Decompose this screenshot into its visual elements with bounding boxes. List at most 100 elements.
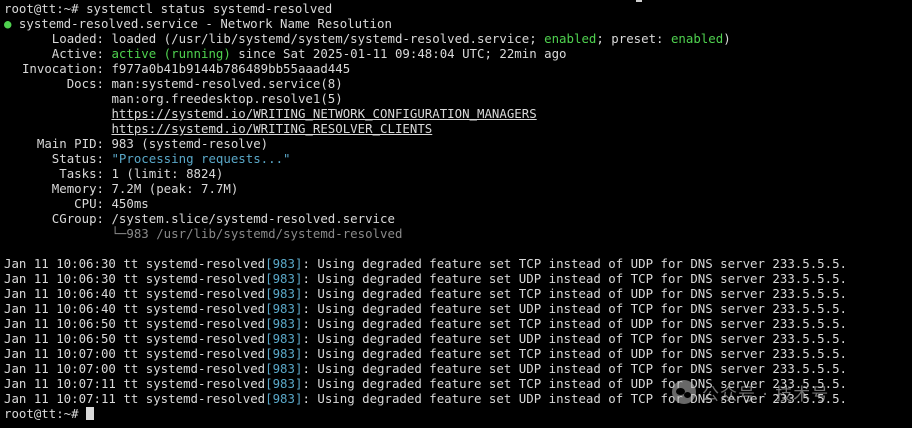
active-state: active (running) bbox=[111, 46, 231, 61]
log-message: : Using degraded feature set UDP instead… bbox=[302, 271, 848, 286]
log-message: : Using degraded feature set TCP instead… bbox=[302, 286, 848, 301]
docs-row: Docs: man:systemd-resolved.service(8) bbox=[4, 76, 912, 91]
mainpid-row: Main PID: 983 (systemd-resolve) bbox=[4, 136, 912, 151]
log-host: tt bbox=[123, 331, 139, 346]
active-row: Active: active (running) since Sat 2025-… bbox=[4, 46, 912, 61]
log-pid: [983] bbox=[265, 361, 303, 376]
log-host: tt bbox=[123, 361, 139, 376]
invocation-id: f977a0b41b9144b786489bb55aaad445 bbox=[111, 61, 351, 76]
cgroup-child: └─983 /usr/lib/systemd/systemd-resolved bbox=[111, 226, 403, 241]
loaded-row: Loaded: loaded (/usr/lib/systemd/system/… bbox=[4, 31, 912, 46]
mainpid-label: Main PID: bbox=[36, 136, 104, 151]
log-line: Jan 11 10:06:40 tt systemd-resolved[983]… bbox=[4, 301, 912, 316]
log-message: : Using degraded feature set TCP instead… bbox=[302, 256, 848, 271]
log-host: tt bbox=[123, 286, 139, 301]
log-time: Jan 11 10:07:00 bbox=[4, 346, 116, 361]
cpu-value: 450ms bbox=[111, 196, 149, 211]
doc-link[interactable]: https://systemd.io/WRITING_NETWORK_CONFI… bbox=[111, 106, 536, 121]
tasks-row: Tasks: 1 (limit: 8824) bbox=[4, 166, 912, 181]
log-process: systemd-resolved bbox=[145, 376, 266, 391]
shell-prompt: root@tt:~# bbox=[4, 1, 87, 16]
log-message: : Using degraded feature set TCP instead… bbox=[302, 346, 848, 361]
docs-row: https://systemd.io/WRITING_RESOLVER_CLIE… bbox=[4, 121, 912, 136]
cpu-label: CPU: bbox=[74, 196, 104, 211]
log-pid: [983] bbox=[265, 301, 303, 316]
log-line: Jan 11 10:06:40 tt systemd-resolved[983]… bbox=[4, 286, 912, 301]
log-time: Jan 11 10:07:11 bbox=[4, 391, 116, 406]
memory-label: Memory: bbox=[51, 181, 104, 196]
log-time: Jan 11 10:06:30 bbox=[4, 256, 116, 271]
log-time: Jan 11 10:07:11 bbox=[4, 376, 116, 391]
log-process: systemd-resolved bbox=[145, 271, 266, 286]
log-pid: [983] bbox=[265, 316, 303, 331]
cgroup-child-row: └─983 /usr/lib/systemd/systemd-resolved bbox=[4, 226, 912, 241]
log-host: tt bbox=[123, 301, 139, 316]
tasks-label: Tasks: bbox=[59, 166, 104, 181]
log-process: systemd-resolved bbox=[145, 391, 266, 406]
log-process: systemd-resolved bbox=[145, 286, 266, 301]
log-host: tt bbox=[123, 271, 139, 286]
log-message: : Using degraded feature set UDP instead… bbox=[302, 361, 848, 376]
log-time: Jan 11 10:06:50 bbox=[4, 316, 116, 331]
preset-label: ; preset: bbox=[596, 31, 671, 46]
cgroup-label: CGroup: bbox=[51, 211, 104, 226]
status-value: "Processing requests..." bbox=[111, 151, 291, 166]
log-time: Jan 11 10:06:40 bbox=[4, 286, 116, 301]
command-line: root@tt:~# systemctl status systemd-reso… bbox=[4, 1, 912, 16]
docs-label: Docs: bbox=[66, 76, 104, 91]
watermark-text: 公众号 · 技术号 bbox=[702, 384, 830, 405]
log-line: Jan 11 10:06:50 tt systemd-resolved[983]… bbox=[4, 331, 912, 346]
log-process: systemd-resolved bbox=[145, 361, 266, 376]
doc-link[interactable]: https://systemd.io/WRITING_RESOLVER_CLIE… bbox=[111, 121, 432, 136]
doc-item: man:systemd-resolved.service(8) bbox=[111, 76, 343, 91]
log-host: tt bbox=[123, 316, 139, 331]
preset-state: enabled bbox=[670, 31, 724, 46]
invocation-label: Invocation: bbox=[21, 61, 104, 76]
loaded-label: Loaded: bbox=[51, 31, 104, 46]
invocation-row: Invocation: f977a0b41b9144b786489bb55aaa… bbox=[4, 61, 912, 76]
terminal-output[interactable]: root@tt:~# systemctl status systemd-reso… bbox=[4, 1, 912, 421]
shell-prompt: root@tt:~# bbox=[4, 406, 87, 421]
log-process: systemd-resolved bbox=[145, 346, 266, 361]
log-host: tt bbox=[123, 346, 139, 361]
log-pid: [983] bbox=[265, 331, 303, 346]
log-time: Jan 11 10:06:30 bbox=[4, 271, 116, 286]
log-process: systemd-resolved bbox=[145, 256, 266, 271]
loaded-close: ) bbox=[723, 31, 731, 46]
wechat-logo-icon bbox=[672, 380, 696, 404]
log-line: Jan 11 10:07:00 tt systemd-resolved[983]… bbox=[4, 346, 912, 361]
command-line: root@tt:~# bbox=[4, 406, 912, 421]
log-process: systemd-resolved bbox=[145, 316, 266, 331]
log-pid: [983] bbox=[265, 256, 303, 271]
log-line: Jan 11 10:07:00 tt systemd-resolved[983]… bbox=[4, 361, 912, 376]
cursor-icon bbox=[86, 407, 95, 420]
cgroup-value: /system.slice/systemd-resolved.service bbox=[111, 211, 395, 226]
tasks-value: 1 (limit: 8824) bbox=[111, 166, 224, 181]
active-since: since Sat 2025-01-11 09:48:04 UTC; 22min… bbox=[230, 46, 567, 61]
status-label: Status: bbox=[51, 151, 104, 166]
log-process: systemd-resolved bbox=[145, 331, 266, 346]
mainpid-value: 983 (systemd-resolve) bbox=[111, 136, 269, 151]
log-time: Jan 11 10:06:50 bbox=[4, 331, 116, 346]
status-row: Status: "Processing requests..." bbox=[4, 151, 912, 166]
log-pid: [983] bbox=[265, 271, 303, 286]
log-pid: [983] bbox=[265, 286, 303, 301]
doc-item: man:org.freedesktop.resolve1(5) bbox=[111, 91, 343, 106]
unit-title: systemd-resolved.service - Network Name … bbox=[11, 16, 392, 31]
log-message: : Using degraded feature set TCP instead… bbox=[302, 316, 848, 331]
watermark: 公众号 · 技术号 bbox=[672, 378, 829, 406]
enabled-state: enabled bbox=[544, 31, 597, 46]
loaded-path: loaded (/usr/lib/systemd/system/systemd-… bbox=[111, 31, 545, 46]
log-message: : Using degraded feature set UDP instead… bbox=[302, 331, 848, 346]
unit-header: ● systemd-resolved.service - Network Nam… bbox=[4, 16, 912, 31]
log-line: Jan 11 10:06:30 tt systemd-resolved[983]… bbox=[4, 271, 912, 286]
log-pid: [983] bbox=[265, 346, 303, 361]
log-time: Jan 11 10:07:00 bbox=[4, 361, 116, 376]
memory-value: 7.2M (peak: 7.7M) bbox=[111, 181, 239, 196]
cgroup-row: CGroup: /system.slice/systemd-resolved.s… bbox=[4, 211, 912, 226]
log-host: tt bbox=[123, 376, 139, 391]
log-line: Jan 11 10:06:30 tt systemd-resolved[983]… bbox=[4, 256, 912, 271]
memory-row: Memory: 7.2M (peak: 7.7M) bbox=[4, 181, 912, 196]
cpu-row: CPU: 450ms bbox=[4, 196, 912, 211]
log-process: systemd-resolved bbox=[145, 301, 266, 316]
